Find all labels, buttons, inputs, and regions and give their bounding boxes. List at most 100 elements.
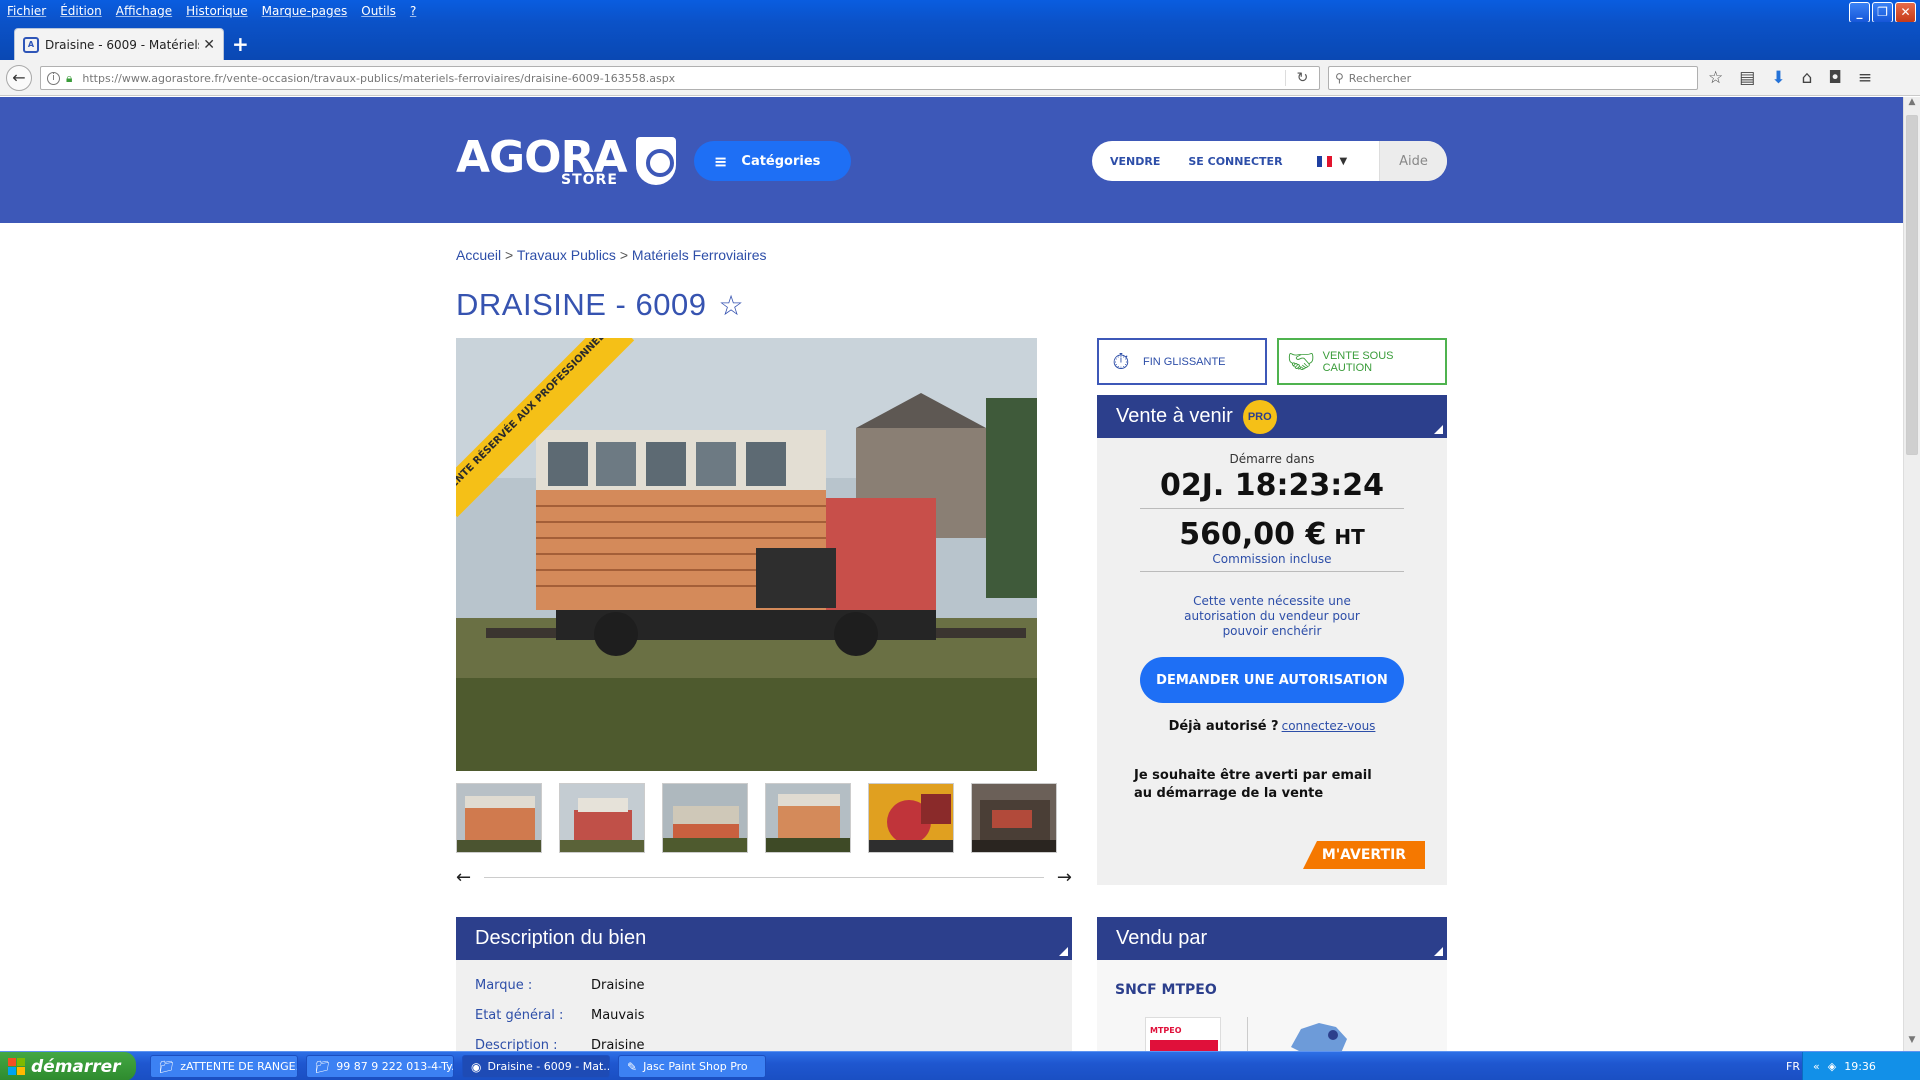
download-icon[interactable]: ⬇ (1771, 68, 1785, 88)
page-viewport: AGORA STORE ≡ Catégories VENDRE SE CONNE… (0, 97, 1903, 1051)
description-row: Marque : Draisine (456, 970, 1072, 1000)
arrow-left-icon[interactable]: ← (456, 867, 471, 888)
price-suffix: HT (1334, 525, 1365, 549)
starts-label: Démarre dans (1229, 452, 1315, 466)
minimize-button[interactable]: _ (1849, 2, 1870, 23)
thumbnail[interactable] (456, 783, 542, 853)
price-value: 560,00 € (1179, 517, 1327, 552)
product-main-image[interactable]: VENTE RÉSERVÉE AUX PROFESSIONNELS (456, 338, 1037, 771)
breadcrumb-sep: > (619, 247, 629, 263)
auction-card: Vente à venir PRO Démarre dans 02J. 18:2… (1097, 395, 1447, 885)
tray-app-icon[interactable]: ◈ (1828, 1060, 1836, 1073)
pro-badge: PRO (1242, 399, 1277, 434)
tray-arrow-icon[interactable]: « (1813, 1060, 1820, 1073)
french-flag-icon[interactable] (1316, 155, 1332, 167)
clock: 19:36 (1844, 1060, 1876, 1073)
agora-favicon-icon: A (23, 36, 39, 53)
help-link[interactable]: Aide (1379, 141, 1447, 181)
arrow-right-icon[interactable]: → (1057, 867, 1072, 888)
seller-logo: MTPEO (1145, 1017, 1221, 1051)
logo-sub: STORE (561, 172, 618, 188)
menu-historique[interactable]: Historique (179, 4, 255, 18)
account-nav: VENDRE SE CONNECTER ▼ Aide (1092, 141, 1447, 181)
seller-card: Vendu par SNCF MTPEO MTPEO (1097, 917, 1447, 1051)
taskbar-item[interactable]: 📁︎ zATTENTE DE RANGE... (150, 1055, 298, 1078)
toolbar-icons: ☆ ▤ ⬇ ⌂ ◘ ≡ (1708, 68, 1872, 88)
seller-name[interactable]: SNCF MTPEO (1115, 982, 1447, 998)
language-indicator[interactable]: FR (1786, 1060, 1800, 1073)
site-header: AGORA STORE ≡ Catégories VENDRE SE CONNE… (0, 97, 1903, 223)
menu-help[interactable]: ? (403, 4, 423, 18)
url-bar[interactable]: i 🔒︎ https://www.agorastore.fr/vente-occ… (40, 66, 1320, 90)
scroll-thumb[interactable] (1906, 115, 1918, 455)
home-icon[interactable]: ⌂ (1802, 68, 1813, 88)
corner-triangle-icon (1059, 947, 1068, 956)
login-link-inline[interactable]: connectez-vous (1282, 719, 1376, 733)
close-window-button[interactable]: ✕ (1895, 2, 1916, 23)
taskbar-item-label: Draisine - 6009 - Mat... (487, 1060, 610, 1073)
thumbnail[interactable] (765, 783, 851, 853)
thumbnail[interactable] (662, 783, 748, 853)
close-tab-icon[interactable]: ✕ (203, 37, 215, 53)
restore-button[interactable]: ❐ (1872, 2, 1893, 23)
hamburger-menu-icon[interactable]: ≡ (1858, 68, 1872, 88)
system-tray: « ◈ 19:36 (1802, 1052, 1920, 1080)
login-link[interactable]: SE CONNECTER (1188, 155, 1282, 168)
reading-list-icon[interactable]: ▤ (1739, 68, 1755, 88)
search-icon: ⚲ (1335, 71, 1344, 85)
tab-active[interactable]: A Draisine - 6009 - Matériels Fe... ✕ (14, 28, 224, 60)
already-authorized: Déjà autorisé ? connectez-vous (1097, 719, 1447, 734)
menu-affichage[interactable]: Affichage (109, 4, 179, 18)
bookmark-star-icon[interactable]: ☆ (1708, 68, 1723, 88)
back-arrow-icon[interactable]: ← (6, 65, 32, 91)
description-value: Draisine (591, 977, 645, 993)
menu-outils[interactable]: Outils (354, 4, 403, 18)
price: 560,00 € HT (1097, 517, 1447, 552)
sell-link[interactable]: VENDRE (1110, 155, 1160, 168)
search-input[interactable]: ⚲ Rechercher (1328, 66, 1698, 90)
description-row: Etat général : Mauvais (456, 1000, 1072, 1030)
commission-label: Commission incluse (1212, 552, 1332, 566)
categories-button[interactable]: ≡ Catégories (694, 141, 851, 181)
breadcrumb-travaux-publics[interactable]: Travaux Publics (517, 247, 616, 263)
thumbnail-nav: ← → (456, 867, 1072, 888)
corner-triangle-icon (1434, 425, 1443, 434)
breadcrumb-home[interactable]: Accueil (456, 247, 501, 263)
chevron-down-icon[interactable]: ▼ (1340, 156, 1348, 167)
new-tab-icon[interactable]: + (232, 32, 249, 56)
reload-icon[interactable]: ↻ (1285, 70, 1319, 86)
seller-logo-text: MTPEO (1150, 1026, 1182, 1035)
taskbar-item-active[interactable]: ◉ Draisine - 6009 - Mat... (462, 1055, 610, 1078)
notify-button[interactable]: M'AVERTIR (1303, 841, 1425, 869)
menu-fichier[interactable]: Fichier (0, 4, 53, 18)
pocket-icon[interactable]: ◘ (1828, 68, 1841, 88)
taskbar-item[interactable]: 📁︎ 99 87 9 222 013-4-Ty... (306, 1055, 454, 1078)
scroll-up-icon[interactable]: ▲ (1904, 97, 1920, 113)
taskbar-item[interactable]: ✎ Jasc Paint Shop Pro (618, 1055, 766, 1078)
scroll-down-icon[interactable]: ▼ (1904, 1035, 1920, 1051)
page-scrollbar[interactable]: ▲ ▼ (1903, 97, 1920, 1051)
firefox-icon: ◉ (471, 1059, 482, 1074)
url-text[interactable]: https://www.agorastore.fr/vente-occasion… (82, 72, 1285, 85)
authorization-note: Cette vente nécessite une autorisation d… (1184, 594, 1360, 638)
menu-icon: ≡ (714, 151, 728, 171)
sliding-end-label: FIN GLISSANTE (1143, 355, 1226, 368)
lock-icon[interactable]: 🔒︎ (66, 71, 72, 86)
corner-triangle-icon (1434, 947, 1443, 956)
favorite-star-icon[interactable]: ☆ (718, 289, 744, 322)
info-icon[interactable]: i (47, 71, 60, 85)
breadcrumb-materiels-ferroviaires[interactable]: Matériels Ferroviaires (632, 247, 767, 263)
thumbnail[interactable] (559, 783, 645, 853)
agora-store-logo[interactable]: AGORA STORE (456, 132, 681, 190)
taskbar-item-label: Jasc Paint Shop Pro (643, 1060, 748, 1073)
request-authorization-button[interactable]: DEMANDER UNE AUTORISATION (1140, 657, 1404, 703)
divider (1247, 1017, 1248, 1051)
start-button[interactable]: démarrer (0, 1052, 136, 1080)
thumbnail[interactable] (971, 783, 1057, 853)
menu-edition[interactable]: Édition (53, 4, 109, 18)
description-heading: Description du bien (475, 927, 647, 949)
thumbnail-strip (456, 783, 1057, 853)
description-card: Description du bien Marque : Draisine Et… (456, 917, 1072, 1051)
thumbnail[interactable] (868, 783, 954, 853)
menu-marque-pages[interactable]: Marque-pages (255, 4, 355, 18)
